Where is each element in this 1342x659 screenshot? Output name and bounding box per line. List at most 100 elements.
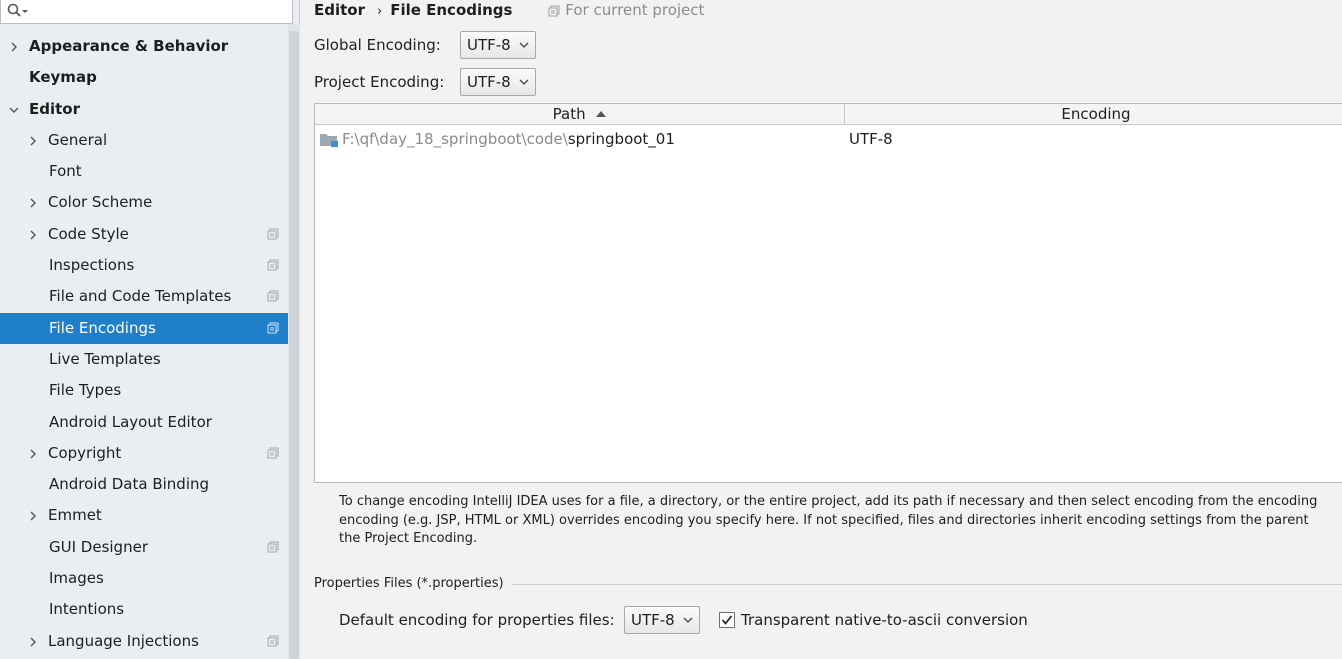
settings-sidebar: Appearance & Behavior Keymap Editor General… (0, 0, 300, 659)
global-encoding-select[interactable]: UTF-8 (460, 31, 536, 59)
project-encoding-select[interactable]: UTF-8 (460, 68, 536, 96)
sidebar-item-inspections[interactable]: Inspections (0, 250, 288, 281)
sidebar-item-label: Emmet (48, 506, 102, 525)
sidebar-item-label: Images (49, 569, 104, 588)
column-header-path-label: Path (552, 105, 586, 123)
sidebar-item-gui-designer[interactable]: GUI Designer (0, 532, 288, 563)
chevron-right-icon[interactable] (27, 448, 39, 460)
row-path-prefix: F:\qf\day_18_springboot\code\ (342, 130, 568, 148)
sidebar-item-font[interactable]: Font (0, 156, 288, 187)
project-encoding-label: Project Encoding: (314, 73, 445, 91)
row-encoding[interactable]: UTF-8 (849, 126, 893, 152)
chevron-right-icon[interactable] (27, 636, 39, 648)
sidebar-item-file-encodings[interactable]: File Encodings (0, 312, 300, 344)
checkmark-icon (721, 615, 733, 625)
breadcrumb-parent: Editor (314, 1, 365, 19)
properties-default-label: Default encoding for properties files: (339, 611, 615, 629)
sidebar-item-code-style[interactable]: Code Style (0, 219, 288, 250)
sidebar-item-android-data-binding[interactable]: Android Data Binding (0, 469, 288, 500)
project-encoding-value: UTF-8 (467, 73, 511, 91)
sidebar-item-label: Editor (29, 99, 80, 118)
search-icon[interactable] (7, 3, 29, 23)
hint-line-3: the Project Encoding. (339, 531, 478, 546)
column-header-path[interactable]: Path (315, 104, 845, 125)
sidebar-item-copyright[interactable]: Copyright (0, 438, 288, 469)
sidebar-item-file-and-code-templates[interactable]: File and Code Templates (0, 281, 288, 312)
sidebar-item-label: Code Style (48, 224, 129, 243)
sidebar-item-android-layout-editor[interactable]: Android Layout Editor (0, 407, 288, 438)
chevron-right-icon[interactable] (27, 135, 39, 147)
sidebar-item-label: Keymap (29, 68, 97, 87)
sidebar-item-label: Font (49, 162, 82, 181)
sidebar-item-label: Intentions (49, 600, 125, 619)
sidebar-item-general[interactable]: General (0, 125, 288, 156)
chevron-down-icon (519, 79, 529, 85)
breadcrumb-separator-icon: › (377, 4, 383, 19)
module-folder-icon (320, 134, 338, 147)
sidebar-item-editor[interactable]: Editor (0, 94, 288, 125)
table-row[interactable]: F:\qf\day_18_springboot\code\springboot_… (315, 126, 1342, 152)
sidebar-item-label: File Encodings (49, 318, 156, 337)
properties-encoding-select[interactable]: UTF-8 (624, 606, 700, 634)
global-encoding-value: UTF-8 (467, 36, 511, 54)
sidebar-item-live-templates[interactable]: Live Templates (0, 344, 288, 375)
breadcrumb: Editor › File Encodings For current projec… (314, 0, 704, 20)
project-scope-icon (267, 290, 279, 302)
chevron-right-icon[interactable] (27, 197, 39, 209)
hint-line-2: encoding (e.g. JSP, HTML or XML) overrid… (339, 512, 1309, 528)
project-scope-icon (267, 259, 279, 271)
project-scope-icon (267, 447, 279, 459)
scope-indicator: For current project (548, 1, 705, 19)
project-scope-icon (267, 541, 279, 553)
sidebar-item-label: Live Templates (49, 349, 161, 368)
column-header-encoding-label: Encoding (1061, 105, 1131, 123)
sidebar-item-label: File and Code Templates (49, 287, 232, 306)
sidebar-item-label: Copyright (48, 443, 122, 462)
settings-tree: Appearance & Behavior Keymap Editor General… (0, 31, 300, 657)
sidebar-item-label: Android Data Binding (49, 475, 210, 494)
row-path-name: springboot_01 (567, 130, 675, 148)
chevron-down-icon[interactable] (8, 104, 20, 116)
settings-search-input[interactable] (0, 0, 293, 24)
project-scope-icon (267, 228, 279, 240)
sidebar-item-appearance-and-behavior[interactable]: Appearance & Behavior (0, 31, 288, 62)
sidebar-item-images[interactable]: Images (0, 563, 288, 594)
chevron-right-icon[interactable] (27, 229, 39, 241)
row-path: F:\qf\day_18_springboot\code\springboot_… (342, 126, 675, 152)
sidebar-item-label: Color Scheme (48, 193, 153, 212)
chevron-down-icon (519, 42, 529, 48)
global-encoding-label: Global Encoding: (314, 36, 441, 54)
scope-label: For current project (565, 1, 705, 19)
sidebar-item-label: File Types (49, 381, 122, 400)
chevron-down-icon (683, 617, 693, 623)
sidebar-scrollbar-thumb[interactable] (289, 31, 299, 659)
breadcrumb-current: File Encodings (390, 1, 513, 19)
sidebar-item-language-injections[interactable]: Language Injections (0, 626, 288, 657)
sidebar-item-label: Appearance & Behavior (29, 37, 229, 55)
sidebar-item-label: General (48, 130, 108, 149)
sidebar-item-intentions[interactable]: Intentions (0, 594, 288, 625)
sidebar-item-label: Android Layout Editor (49, 412, 212, 431)
native-to-ascii-label[interactable]: Transparent native-to-ascii conversion (741, 611, 1028, 629)
table-header: Path Encoding (315, 104, 1342, 125)
sidebar-item-label: GUI Designer (49, 537, 148, 556)
hint-line-1: To change encoding IntelliJ IDEA uses fo… (339, 494, 1318, 509)
file-encodings-panel: Editor › File Encodings For current projec… (301, 0, 1342, 659)
native-to-ascii-checkbox[interactable] (719, 612, 735, 628)
sidebar-item-emmet[interactable]: Emmet (0, 500, 288, 531)
project-scope-icon (267, 322, 279, 334)
sidebar-item-file-types[interactable]: File Types (0, 375, 288, 406)
sidebar-item-color-scheme[interactable]: Color Scheme (0, 187, 288, 218)
sort-ascending-icon (596, 111, 607, 117)
sidebar-item-label: Inspections (49, 256, 135, 275)
sidebar-item-keymap[interactable]: Keymap (0, 62, 288, 93)
encoding-hint-text: To change encoding IntelliJ IDEA uses fo… (339, 493, 1342, 549)
chevron-right-icon[interactable] (27, 510, 39, 522)
path-encoding-table[interactable]: Path Encoding F:\qf\day_18_springboot\co… (314, 103, 1342, 483)
column-header-encoding[interactable]: Encoding (846, 104, 1342, 125)
properties-encoding-value: UTF-8 (631, 611, 675, 629)
project-scope-icon (267, 635, 279, 647)
sidebar-item-label: Language Injections (48, 631, 199, 650)
chevron-right-icon[interactable] (8, 41, 20, 53)
properties-section-title: Properties Files (*.properties) (314, 576, 512, 591)
